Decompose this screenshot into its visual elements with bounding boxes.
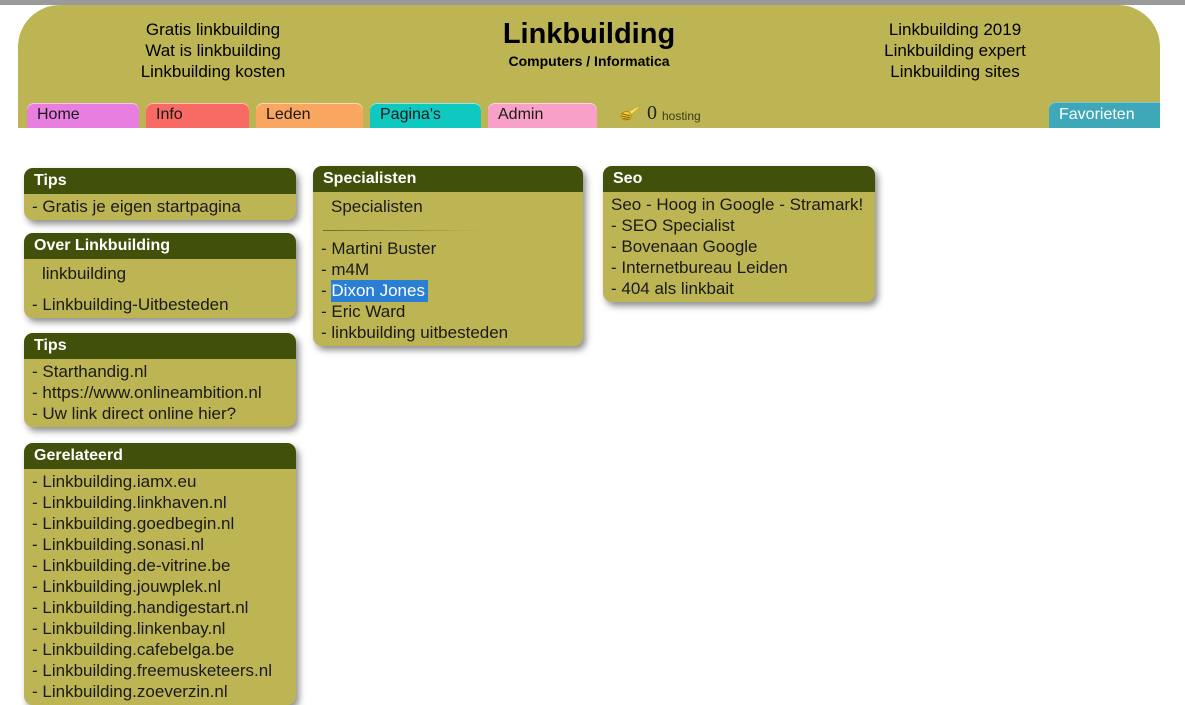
nav-tab-admin-label: Admin [498, 106, 544, 123]
list-item-label: Linkbuilding.de-vitrine.be [42, 556, 231, 575]
header-link-right-1[interactable]: Linkbuilding expert [810, 40, 1100, 61]
list-item-label: Linkbuilding.cafebelga.be [42, 640, 235, 659]
nav-tab-paginas-label: Pagina's [380, 106, 441, 123]
header-links-right: Linkbuilding 2019 Linkbuilding expert Li… [810, 19, 1100, 82]
list-item[interactable]: - linkbuilding uitbesteden [313, 322, 583, 343]
list-item-label: SEO Specialist [621, 216, 735, 235]
list-item[interactable]: - https://www.onlineambition.nl [24, 382, 296, 403]
list-item-label: Uw link direct online hier? [42, 404, 237, 423]
list-item-selected[interactable]: - Dixon Jones [313, 280, 583, 302]
list-item-label: 404 als linkbait [621, 279, 734, 298]
list-item[interactable]: - Linkbuilding.handigestart.nl [24, 597, 296, 618]
box-gerelateerd-list: - Linkbuilding.iamx.eu - Linkbuilding.li… [24, 469, 296, 705]
box-specialisten: Specialisten Specialisten - Martini Bust… [313, 166, 583, 346]
list-item[interactable]: - Linkbuilding.freemusketeers.nl [24, 660, 296, 681]
header-link-right-0[interactable]: Linkbuilding 2019 [810, 19, 1100, 40]
list-item[interactable]: - 404 als linkbait [603, 278, 875, 299]
specialisten-lead[interactable]: Specialisten [313, 194, 583, 219]
list-item-label: Linkbuilding.jouwplek.nl [42, 577, 222, 596]
site-header: Gratis linkbuilding Wat is linkbuilding … [18, 5, 1160, 128]
seo-lead-label: Seo - Hoog in Google - Stramark! [611, 195, 864, 214]
list-item[interactable]: - Martini Buster [313, 238, 583, 259]
list-item-label: Linkbuilding.goedbegin.nl [42, 514, 235, 533]
list-item[interactable]: - Linkbuilding.iamx.eu [24, 471, 296, 492]
list-item-label: Starthandig.nl [42, 362, 148, 381]
nav-tab-home[interactable]: Home [27, 103, 139, 128]
list-item[interactable]: - Eric Ward [313, 301, 583, 322]
list-item-label: Gratis je eigen startpagina [42, 197, 241, 216]
nav-tab-paginas[interactable]: Pagina's [370, 103, 481, 128]
hosting-counter[interactable]: 0 hosting [620, 100, 701, 126]
nav-tab-leden[interactable]: Leden [256, 103, 363, 128]
list-item-label: Linkbuilding.freemusketeers.nl [42, 661, 273, 680]
list-item[interactable]: - m4M [313, 259, 583, 280]
list-item-label: Eric Ward [331, 302, 406, 321]
list-item-label: m4M [331, 260, 370, 279]
box-specialisten-title: Specialisten [313, 166, 583, 192]
list-item[interactable]: - Linkbuilding.cafebelga.be [24, 639, 296, 660]
list-item[interactable]: - Linkbuilding.de-vitrine.be [24, 555, 296, 576]
list-item-label: Martini Buster [331, 239, 437, 258]
list-item-label: Linkbuilding.iamx.eu [42, 472, 197, 491]
box-tips-1-title: Tips [24, 168, 296, 194]
seo-lead[interactable]: Seo - Hoog in Google - Stramark! [603, 194, 875, 215]
list-item-label: Linkbuilding.linkhaven.nl [42, 493, 227, 512]
box-tips-1-list: - Gratis je eigen startpagina [24, 194, 296, 220]
box-over-linkbuilding-title: Over Linkbuilding [24, 233, 296, 259]
hosting-count: 0 [647, 102, 657, 124]
box-tips-1: Tips - Gratis je eigen startpagina [24, 168, 296, 220]
box-over-linkbuilding: Over Linkbuilding linkbuilding - Linkbui… [24, 233, 296, 318]
list-item[interactable]: linkbuilding [24, 261, 296, 286]
list-item[interactable]: - Linkbuilding.jouwplek.nl [24, 576, 296, 597]
list-item[interactable]: - Gratis je eigen startpagina [24, 196, 296, 217]
hosting-label: hosting [662, 109, 701, 123]
box-seo-title: Seo [603, 166, 875, 192]
list-item[interactable]: - Uw link direct online hier? [24, 403, 296, 424]
box-over-linkbuilding-list: linkbuilding - Linkbuilding-Uitbesteden [24, 259, 296, 318]
list-item[interactable]: - Internetbureau Leiden [603, 257, 875, 278]
nav-tab-leden-label: Leden [266, 106, 311, 123]
nav-tab-info-label: Info [156, 106, 183, 123]
main-navigation: Home Info Leden Pagina's Admin 0 hosting… [18, 100, 1160, 128]
list-item-label: linkbuilding uitbesteden [331, 323, 509, 342]
list-item[interactable]: - Bovenaan Google [603, 236, 875, 257]
list-item[interactable]: - SEO Specialist [603, 215, 875, 236]
box-gerelateerd: Gerelateerd - Linkbuilding.iamx.eu - Lin… [24, 443, 296, 705]
list-item[interactable]: - Linkbuilding.zoeverzin.nl [24, 681, 296, 702]
list-item-label: Linkbuilding.linkenbay.nl [42, 619, 226, 638]
list-item-label: Linkbuilding.sonasi.nl [42, 535, 204, 554]
nav-tab-favorieten-label: Favorieten [1059, 106, 1135, 123]
comet-icon [620, 104, 642, 121]
list-item-label: Linkbuilding.handigestart.nl [42, 598, 249, 617]
box-seo: Seo Seo - Hoog in Google - Stramark! - S… [603, 166, 875, 302]
list-divider [323, 230, 573, 231]
list-item[interactable]: - Linkbuilding.goedbegin.nl [24, 513, 296, 534]
box-tips-2-list: - Starthandig.nl - https://www.onlineamb… [24, 359, 296, 427]
box-seo-list: Seo - Hoog in Google - Stramark! - SEO S… [603, 192, 875, 302]
list-item-label: linkbuilding [42, 264, 127, 283]
box-tips-2: Tips - Starthandig.nl - https://www.onli… [24, 333, 296, 427]
box-gerelateerd-title: Gerelateerd [24, 443, 296, 469]
nav-tab-favorieten[interactable]: Favorieten [1049, 102, 1160, 128]
nav-tab-info[interactable]: Info [146, 103, 249, 128]
list-item[interactable]: - Linkbuilding-Uitbesteden [24, 294, 296, 315]
list-item-label: https://www.onlineambition.nl [42, 383, 262, 402]
list-item[interactable]: - Starthandig.nl [24, 361, 296, 382]
nav-tab-admin[interactable]: Admin [488, 103, 597, 128]
box-specialisten-list: Specialisten - Martini Buster - m4M - Di… [313, 192, 583, 346]
specialisten-lead-label: Specialisten [331, 197, 423, 216]
nav-tab-home-label: Home [37, 106, 80, 123]
list-item[interactable]: - Linkbuilding.linkhaven.nl [24, 492, 296, 513]
list-item-label: Internetbureau Leiden [621, 258, 788, 277]
box-tips-2-title: Tips [24, 333, 296, 359]
content-area: Tips - Gratis je eigen startpagina Over … [0, 128, 1185, 705]
list-item-label: Linkbuilding-Uitbesteden [42, 295, 229, 314]
list-item-label: Dixon Jones [331, 280, 428, 302]
header-link-right-2[interactable]: Linkbuilding sites [810, 61, 1100, 82]
list-item[interactable]: - Linkbuilding.linkenbay.nl [24, 618, 296, 639]
list-item-label: Bovenaan Google [621, 237, 758, 256]
list-item[interactable]: - Linkbuilding.sonasi.nl [24, 534, 296, 555]
